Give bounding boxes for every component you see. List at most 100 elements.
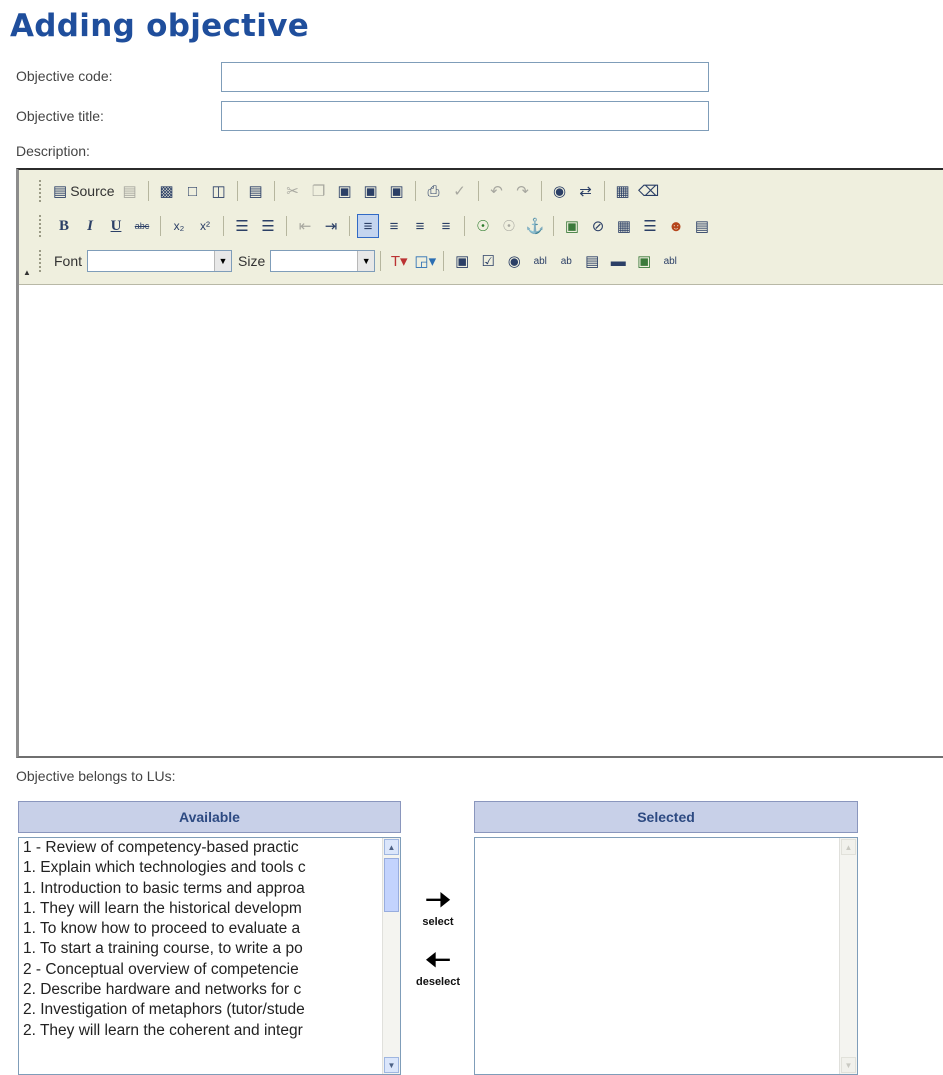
find-icon[interactable]: ◉	[549, 179, 571, 203]
italic-icon[interactable]: I	[79, 214, 101, 238]
list-item[interactable]: 1. Introduction to basic terms and appro…	[19, 879, 377, 899]
remove-format-icon[interactable]: ⌫	[638, 179, 660, 203]
list-item[interactable]: 1. Explain which technologies and tools …	[19, 858, 377, 878]
print-icon[interactable]: ⎙	[423, 179, 445, 203]
available-header: Available	[18, 801, 401, 833]
background-color-icon[interactable]: ◲▾	[414, 249, 436, 273]
flash-icon[interactable]: ⊘	[587, 214, 609, 238]
button-icon[interactable]: ▬	[607, 249, 629, 273]
toolbar-grip[interactable]	[39, 215, 45, 237]
checkbox-icon[interactable]: ☑	[477, 249, 499, 273]
indent-icon[interactable]: ⇥	[320, 214, 342, 238]
paste-text-icon[interactable]: ▣	[360, 179, 382, 203]
table-icon[interactable]: ▦	[613, 214, 635, 238]
numbered-list-icon[interactable]: ☰	[231, 214, 253, 238]
collapse-toolbar-icon[interactable]: ▲	[23, 268, 31, 277]
list-item[interactable]: 1. To start a training course, to write …	[19, 939, 377, 959]
smiley-icon[interactable]: ☻	[665, 214, 687, 238]
scroll-up-icon[interactable]: ▲	[841, 839, 856, 855]
toolbar-separator	[603, 181, 605, 201]
special-char-icon[interactable]: ▤	[691, 214, 713, 238]
cut-icon[interactable]: ✂	[282, 179, 304, 203]
font-label: Font	[54, 253, 83, 269]
toolbar-separator	[380, 251, 382, 271]
subscript-icon[interactable]: x₂	[168, 214, 190, 238]
underline-icon[interactable]: U	[105, 214, 127, 238]
toolbar-separator	[477, 181, 479, 201]
spellcheck-icon[interactable]: ✓	[449, 179, 471, 203]
text-color-icon[interactable]: T▾	[388, 249, 410, 273]
paste-icon[interactable]: ▣	[334, 179, 356, 203]
hidden-field-icon[interactable]: abl	[659, 249, 681, 273]
selected-scrollbar[interactable]: ▲ ▼	[839, 838, 857, 1074]
superscript-icon[interactable]: x²	[194, 214, 216, 238]
toolbar-separator	[464, 216, 465, 236]
objective-title-input[interactable]	[221, 101, 709, 131]
source-button[interactable]: ▤ Source	[53, 179, 115, 203]
size-dropdown-icon[interactable]: ▼	[357, 251, 375, 271]
list-item[interactable]: 2 - Conceptual overview of competencie	[19, 960, 377, 980]
objective-code-input[interactable]	[221, 62, 709, 92]
bulleted-list-icon[interactable]: ☰	[257, 214, 279, 238]
image-button-icon[interactable]: ▣	[633, 249, 655, 273]
align-left-icon[interactable]: ≡	[357, 214, 379, 238]
link-icon[interactable]: ☉	[472, 214, 494, 238]
radio-icon[interactable]: ◉	[503, 249, 525, 273]
list-item[interactable]: 1 - Review of competency-based practic	[19, 838, 377, 858]
save-icon[interactable]: ▩	[156, 179, 178, 203]
selected-listbox[interactable]: ▲ ▼	[474, 837, 858, 1075]
unlink-icon[interactable]: ☉	[498, 214, 520, 238]
preview-icon[interactable]: ◫	[208, 179, 230, 203]
select-button[interactable]: 🠢 select	[405, 886, 471, 929]
deselect-button[interactable]: 🠠 deselect	[405, 946, 471, 989]
scroll-thumb[interactable]	[384, 858, 399, 912]
copy-icon[interactable]: ❐	[308, 179, 330, 203]
font-dropdown-icon[interactable]: ▼	[214, 251, 232, 271]
lus-label: Objective belongs to LUs:	[16, 768, 176, 784]
arrow-left-icon: 🠠	[425, 944, 451, 977]
list-item[interactable]: 1. To know how to proceed to evaluate a	[19, 919, 377, 939]
image-icon[interactable]: ▣	[561, 214, 583, 238]
anchor-icon[interactable]: ⚓	[524, 214, 546, 238]
list-item[interactable]: 2. Describe hardware and networks for c	[19, 980, 377, 1000]
editor-content-area[interactable]	[19, 285, 943, 756]
new-page-icon[interactable]: □	[182, 179, 204, 203]
list-item[interactable]: 1. They will learn the historical develo…	[19, 899, 377, 919]
arrow-right-icon: 🠢	[425, 884, 451, 917]
select-all-icon[interactable]: ▦	[612, 179, 634, 203]
textarea-icon[interactable]: ab	[555, 249, 577, 273]
justify-icon[interactable]: ≡	[435, 214, 457, 238]
scroll-up-icon[interactable]: ▲	[384, 839, 399, 855]
font-select[interactable]: ▼	[87, 250, 233, 272]
align-center-icon[interactable]: ≡	[383, 214, 405, 238]
source-label: Source	[70, 183, 115, 199]
scroll-down-icon[interactable]: ▼	[384, 1057, 399, 1073]
scroll-down-icon[interactable]: ▼	[841, 1057, 856, 1073]
horizontal-rule-icon[interactable]: ☰	[639, 214, 661, 238]
page-title: Adding objective	[10, 8, 310, 44]
selected-header: Selected	[474, 801, 858, 833]
redo-icon[interactable]: ↷	[512, 179, 534, 203]
toolbar-separator	[286, 216, 287, 236]
select-label: select	[422, 916, 454, 928]
list-item[interactable]: 2. Investigation of metaphors (tutor/stu…	[19, 1000, 377, 1020]
available-listbox[interactable]: 1 - Review of competency-based practic 1.…	[18, 837, 401, 1075]
bold-icon[interactable]: B	[53, 214, 75, 238]
paste-word-icon[interactable]: ▣	[386, 179, 408, 203]
size-select[interactable]: ▼	[270, 250, 376, 272]
text-field-icon[interactable]: abl	[529, 249, 551, 273]
form-icon[interactable]: ▣	[451, 249, 473, 273]
save-template-icon[interactable]: ▤	[119, 179, 141, 203]
toolbar-separator	[223, 216, 224, 236]
replace-icon[interactable]: ⇄	[575, 179, 597, 203]
outdent-icon[interactable]: ⇤	[294, 214, 316, 238]
toolbar-grip[interactable]	[39, 180, 45, 202]
undo-icon[interactable]: ↶	[486, 179, 508, 203]
templates-icon[interactable]: ▤	[245, 179, 267, 203]
list-item[interactable]: 2. They will learn the coherent and inte…	[19, 1021, 377, 1041]
available-scrollbar[interactable]: ▲ ▼	[382, 838, 400, 1074]
toolbar-grip[interactable]	[39, 250, 45, 272]
strikethrough-icon[interactable]: abc	[131, 214, 153, 238]
align-right-icon[interactable]: ≡	[409, 214, 431, 238]
select-field-icon[interactable]: ▤	[581, 249, 603, 273]
